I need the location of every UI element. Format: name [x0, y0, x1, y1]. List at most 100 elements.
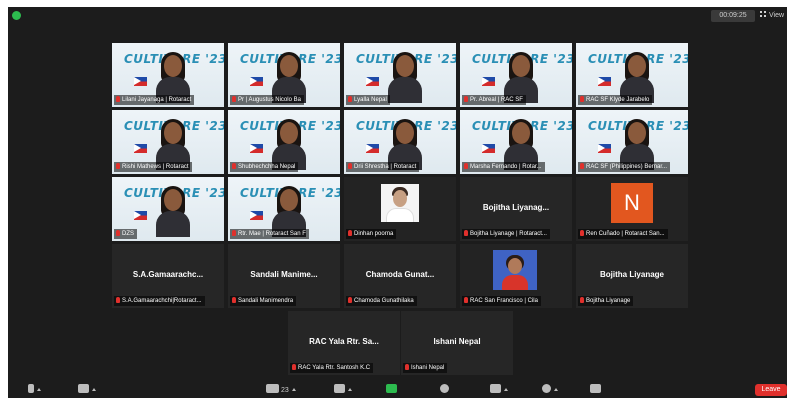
- participant-tile[interactable]: CULTIVARE '23RAC SF Klyde Jarabelo: [576, 43, 688, 107]
- avatar: N: [611, 183, 653, 223]
- participant-nameplate: Dinhan poorna: [346, 229, 397, 239]
- participant-nameplate: Bojitha Liyanage | Rotaract...: [462, 229, 550, 239]
- view-button[interactable]: View: [760, 10, 786, 22]
- chevron-up-icon[interactable]: [554, 388, 558, 391]
- philippines-flag-icon: [482, 77, 495, 86]
- participant-name: Lilani Jayanaga | Rotaract: [122, 97, 192, 103]
- participant-tile[interactable]: Chamoda Gunat... Chamoda Gunathilaka: [344, 244, 456, 308]
- participant-tile[interactable]: Sandali Manime... Sandali Manimendra: [228, 244, 340, 308]
- zoom-meeting-window: 00:09:25 View CULTIVARE '23Lilani Jayana…: [8, 7, 787, 398]
- participant-nameplate: Chamoda Gunathilaka: [346, 296, 417, 306]
- participant-tile[interactable]: N Ren Cuñado | Rotaract San...: [576, 177, 688, 241]
- chat-button[interactable]: [334, 384, 352, 396]
- participant-nameplate: Marsha Fernando | Rotar...: [462, 162, 545, 172]
- participant-nameplate: Ren Cuñado | Rotaract San...: [578, 229, 668, 239]
- participant-name: Shubhechchha Nepal: [238, 164, 296, 170]
- participant-name: Ren Cuñado | Rotaract San...: [586, 231, 665, 237]
- philippines-flag-icon: [134, 77, 147, 86]
- mic-muted-icon: [232, 230, 236, 236]
- chat-icon: [334, 384, 345, 393]
- shield-icon[interactable]: [12, 11, 21, 20]
- record-icon: [440, 384, 449, 393]
- philippines-flag-icon: [598, 144, 611, 153]
- participant-nameplate: RAC San Francisco | Cila: [462, 296, 541, 306]
- participant-name: Drii Shrestha | Rotaract: [354, 164, 417, 170]
- participants-count: 23: [280, 387, 289, 394]
- view-button-label: View: [769, 12, 785, 19]
- video-button[interactable]: [78, 384, 96, 396]
- meeting-toolbar: 23 Leave: [8, 382, 787, 398]
- philippines-flag-icon: [366, 77, 379, 86]
- breakout-rooms-button[interactable]: [490, 384, 508, 396]
- chevron-up-icon[interactable]: [37, 388, 41, 391]
- participant-tile[interactable]: CULTIVARE '23RAC SF (Philippines) Bernar…: [576, 110, 688, 174]
- participant-tile[interactable]: CULTIVARE '23Pr. Abreal | RAC SF: [460, 43, 572, 107]
- participant-video: [156, 186, 190, 237]
- grid-icon: [760, 11, 766, 17]
- mic-muted-icon: [405, 364, 409, 370]
- participant-tile[interactable]: CULTIVARE '23Lyalla Nepal: [344, 43, 456, 107]
- participant-name: Lyalla Nepal: [354, 97, 387, 103]
- apps-button[interactable]: [590, 384, 601, 396]
- participant-tile[interactable]: Ishani Nepal Ishani Nepal: [401, 311, 513, 375]
- participant-tile[interactable]: CULTIVARE '23Lilani Jayanaga | Rotaract: [112, 43, 224, 107]
- participant-tile[interactable]: CULTIVARE '23Pr | Augustus Nicolo Ba: [228, 43, 340, 107]
- participant-tile[interactable]: RAC Yala Rtr. Sa... RAC Yala Rtr. Santosh…: [288, 311, 400, 375]
- chevron-up-icon[interactable]: [92, 388, 96, 391]
- mic-muted-icon: [292, 364, 296, 370]
- participant-display-name: Chamoda Gunat...: [365, 270, 435, 279]
- participant-tile[interactable]: CULTIVARE '23Drii Shrestha | Rotaract: [344, 110, 456, 174]
- chevron-up-icon[interactable]: [348, 388, 352, 391]
- participant-nameplate: DZS: [114, 229, 137, 239]
- mic-muted-icon: [232, 96, 236, 102]
- philippines-flag-icon: [250, 211, 263, 220]
- participant-name: Rtr. Mae | Rotaract San F: [238, 231, 306, 237]
- participants-icon: [266, 384, 279, 393]
- participant-tile[interactable]: RAC San Francisco | Cila: [460, 244, 572, 308]
- meeting-top-bar: 00:09:25 View: [8, 7, 787, 25]
- mic-muted-icon: [348, 230, 352, 236]
- chevron-up-icon[interactable]: [504, 388, 508, 391]
- participant-tile[interactable]: CULTIVARE '23DZS: [112, 177, 224, 241]
- participant-name: Bojitha Liyanage | Rotaract...: [470, 231, 547, 237]
- participant-nameplate: Rtr. Mae | Rotaract San F: [230, 229, 309, 239]
- participant-name: RAC SF (Philippines) Bernar...: [586, 164, 668, 170]
- participant-name: RAC San Francisco | Cila: [470, 298, 538, 304]
- participant-display-name: Bojitha Liyanag...: [482, 203, 550, 212]
- participant-nameplate: Bojitha Liyanage: [578, 296, 634, 306]
- participant-tile[interactable]: Dinhan poorna: [344, 177, 456, 241]
- participant-nameplate: Shubhechchha Nepal: [230, 162, 299, 172]
- participant-name: RAC SF Klyde Jarabelo: [586, 97, 650, 103]
- participant-nameplate: Pr | Augustus Nicolo Ba: [230, 95, 304, 105]
- leave-button[interactable]: Leave: [755, 384, 787, 396]
- participant-tile[interactable]: Bojitha Liyanag... Bojitha Liyanage | Rot…: [460, 177, 572, 241]
- philippines-flag-icon: [482, 144, 495, 153]
- participant-name: Rishi Mathews | Rotaract: [122, 164, 189, 170]
- participant-tile[interactable]: Bojitha Liyanage Bojitha Liyanage: [576, 244, 688, 308]
- mic-muted-icon: [580, 230, 584, 236]
- reactions-button[interactable]: [542, 384, 558, 396]
- participants-button[interactable]: 23: [266, 384, 296, 396]
- participant-tile[interactable]: CULTIVARE '23Rishi Mathews | Rotaract: [112, 110, 224, 174]
- participant-tile[interactable]: CULTIVARE '23Marsha Fernando | Rotar...: [460, 110, 572, 174]
- participant-tile[interactable]: S.A.Gamaarachc... S.A.Gamaarachchi|Rotara…: [112, 244, 224, 308]
- participant-name: Sandali Manimendra: [238, 298, 294, 304]
- participant-display-name: Bojitha Liyanage: [599, 270, 664, 279]
- participant-nameplate: RAC SF Klyde Jarabelo: [578, 95, 653, 105]
- participant-name: RAC Yala Rtr. Santosh K.C: [298, 365, 371, 371]
- mic-muted-icon: [580, 96, 584, 102]
- mic-muted-icon: [232, 163, 236, 169]
- mic-muted-icon: [580, 163, 584, 169]
- share-screen-button[interactable]: [386, 384, 397, 396]
- mute-button[interactable]: [28, 384, 41, 396]
- participant-name: Ishani Nepal: [411, 365, 445, 371]
- participant-nameplate: Lyalla Nepal: [346, 95, 390, 105]
- philippines-flag-icon: [598, 77, 611, 86]
- chevron-up-icon[interactable]: [291, 388, 296, 391]
- record-button[interactable]: [440, 384, 449, 396]
- philippines-flag-icon: [134, 211, 147, 220]
- participant-tile[interactable]: CULTIVARE '23Shubhechchha Nepal: [228, 110, 340, 174]
- camera-icon: [78, 384, 89, 393]
- participant-tile[interactable]: CULTIVARE '23Rtr. Mae | Rotaract San F: [228, 177, 340, 241]
- participant-nameplate: RAC SF (Philippines) Bernar...: [578, 162, 671, 172]
